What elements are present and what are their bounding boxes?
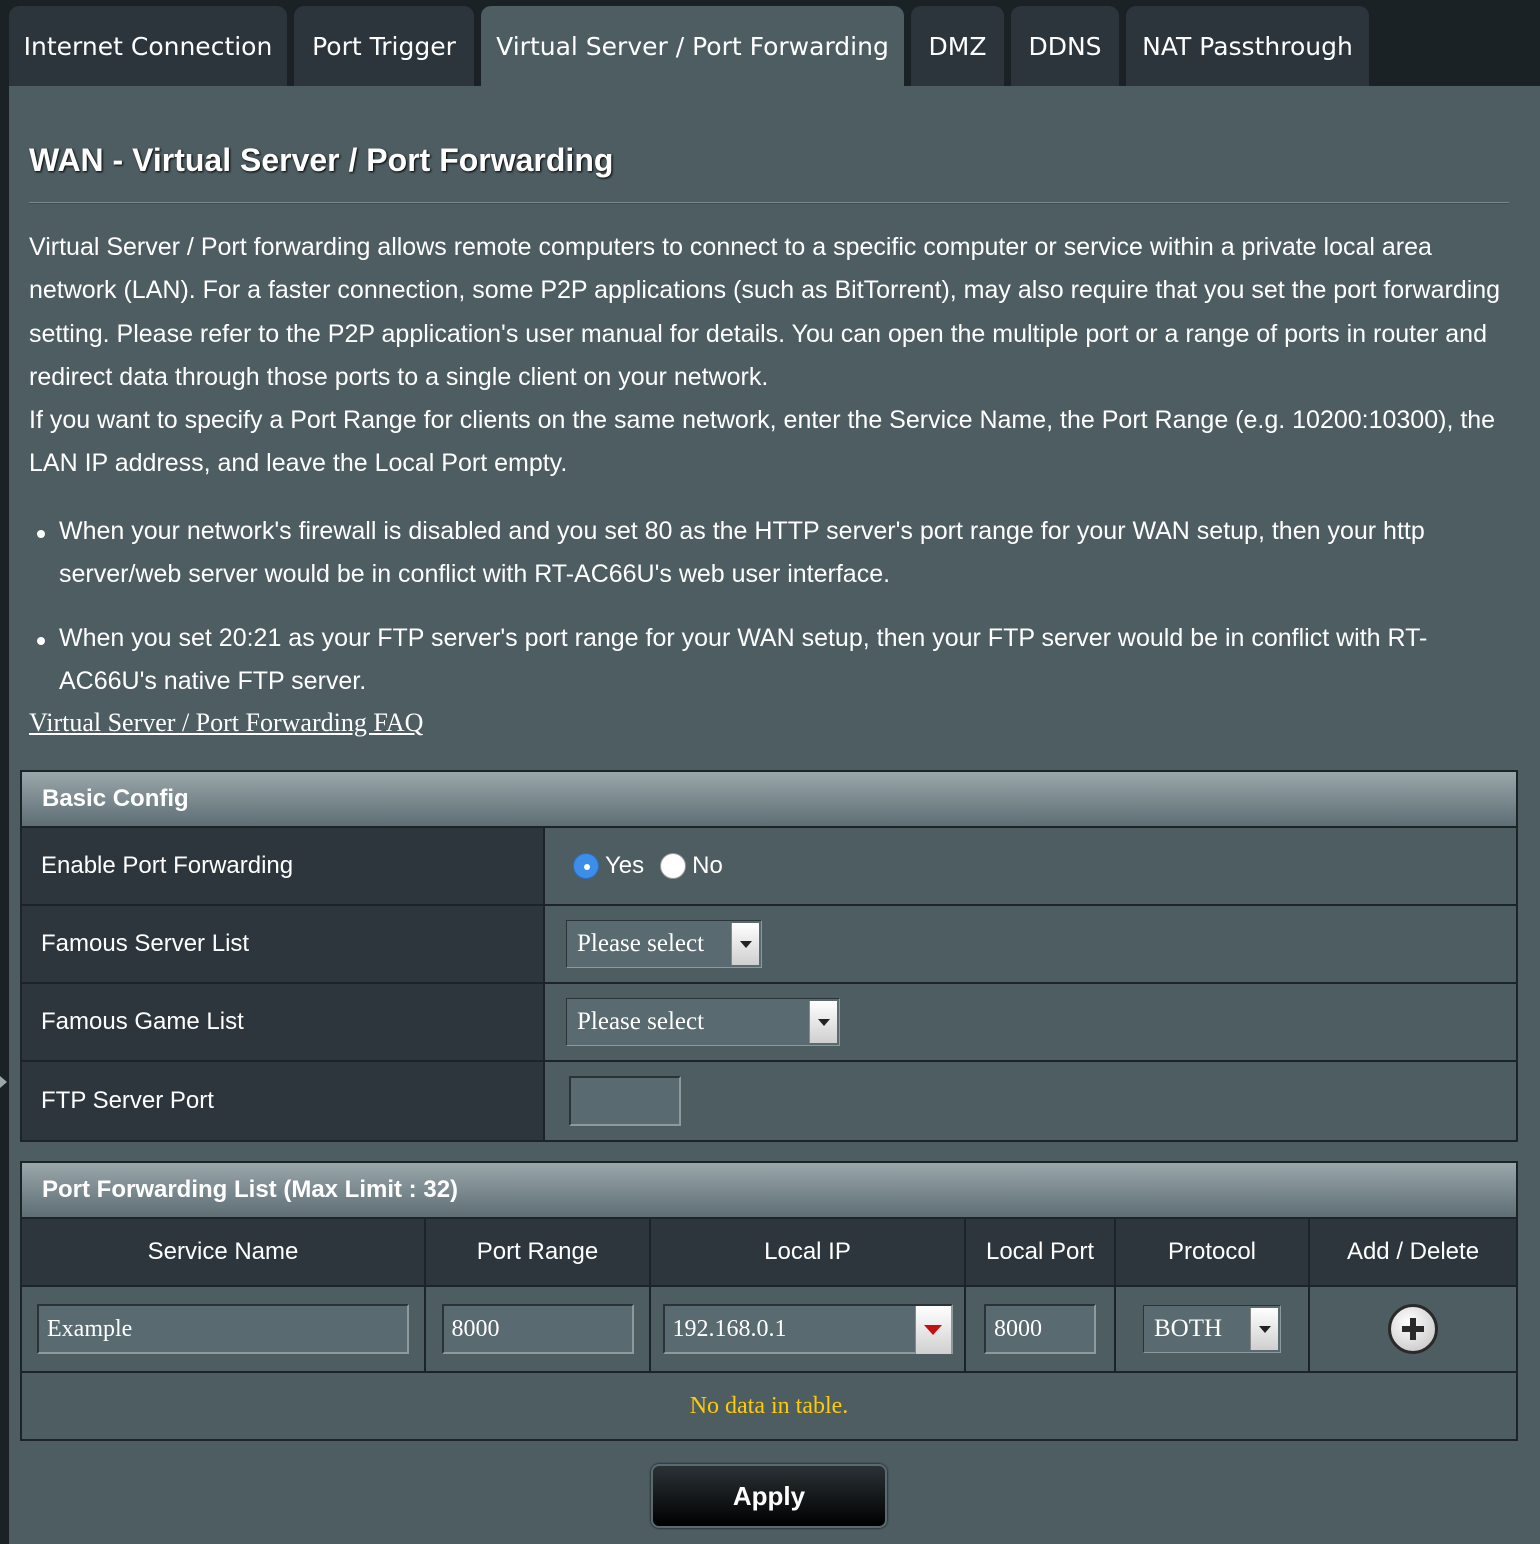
- tab-dmz[interactable]: DMZ: [911, 6, 1004, 86]
- tab-ddns[interactable]: DDNS: [1011, 6, 1119, 86]
- ftp-server-port-row: FTP Server Port: [22, 1062, 1516, 1140]
- column-protocol: Protocol: [1116, 1219, 1310, 1285]
- famous-server-label: Famous Server List: [22, 906, 545, 982]
- main-panel: WAN - Virtual Server / Port Forwarding V…: [9, 86, 1540, 1544]
- radio-yes[interactable]: [573, 853, 599, 879]
- service-name-cell: Example: [22, 1287, 426, 1371]
- radio-no[interactable]: [660, 853, 687, 879]
- local-ip-input[interactable]: 192.168.0.1: [662, 1304, 953, 1354]
- chevron-down-icon[interactable]: [731, 923, 759, 965]
- protocol-select[interactable]: BOTH: [1143, 1305, 1281, 1353]
- radio-yes-label[interactable]: Yes: [605, 852, 644, 880]
- new-entry-row: Example 8000 192.168.0.1 8000 BOTH: [22, 1287, 1516, 1373]
- service-name-input[interactable]: Example: [37, 1304, 409, 1354]
- radio-no-label[interactable]: No: [692, 852, 723, 880]
- port-forwarding-list-table: Port Forwarding List (Max Limit : 32) Se…: [20, 1161, 1518, 1441]
- chevron-down-icon[interactable]: [1250, 1308, 1278, 1350]
- chevron-down-icon[interactable]: [809, 1001, 837, 1043]
- famous-game-select[interactable]: Please select: [566, 998, 840, 1046]
- description-paragraph-1: Virtual Server / Port forwarding allows …: [29, 233, 1501, 391]
- enable-port-forwarding-label: Enable Port Forwarding: [22, 828, 545, 904]
- ftp-server-port-label: FTP Server Port: [22, 1062, 545, 1140]
- local-ip-cell: 192.168.0.1: [651, 1287, 966, 1371]
- apply-button[interactable]: Apply: [651, 1464, 887, 1528]
- plus-circle-icon[interactable]: [1388, 1304, 1438, 1354]
- local-ip-value: 192.168.0.1: [672, 1315, 787, 1342]
- note-item: When you set 20:21 as your FTP server's …: [29, 617, 1509, 703]
- famous-server-select[interactable]: Please select: [566, 920, 762, 968]
- tab-internet-connection[interactable]: Internet Connection: [9, 6, 287, 86]
- tab-bar: Internet Connection Port Trigger Virtual…: [0, 0, 1540, 86]
- protocol-cell: BOTH: [1116, 1287, 1310, 1371]
- ftp-server-port-cell: [545, 1062, 1516, 1140]
- basic-config-table: Basic Config Enable Port Forwarding Yes …: [20, 770, 1518, 1142]
- bullet-icon: [37, 530, 45, 538]
- ftp-server-port-input[interactable]: [569, 1076, 681, 1126]
- tab-nat-passthrough[interactable]: NAT Passthrough: [1126, 6, 1369, 86]
- column-local-ip: Local IP: [651, 1219, 966, 1285]
- local-port-cell: 8000: [966, 1287, 1116, 1371]
- enable-port-forwarding-row: Enable Port Forwarding Yes No: [22, 828, 1516, 906]
- note-text: When your network's firewall is disabled…: [59, 517, 1425, 588]
- window-edge-marker: [0, 1076, 7, 1088]
- column-local-port: Local Port: [966, 1219, 1116, 1285]
- description-paragraph-2: If you want to specify a Port Range for …: [29, 406, 1496, 478]
- note-item: When your network's firewall is disabled…: [29, 510, 1509, 596]
- description: Virtual Server / Port forwarding allows …: [29, 226, 1524, 486]
- enable-port-forwarding-options: Yes No: [545, 828, 1516, 904]
- famous-game-label: Famous Game List: [22, 984, 545, 1060]
- faq-link[interactable]: Virtual Server / Port Forwarding FAQ: [29, 708, 423, 738]
- page-title: WAN - Virtual Server / Port Forwarding: [29, 142, 614, 178]
- tab-port-trigger[interactable]: Port Trigger: [294, 6, 474, 86]
- column-service-name: Service Name: [22, 1219, 426, 1285]
- note-text: When you set 20:21 as your FTP server's …: [59, 624, 1428, 695]
- empty-table-message: No data in table.: [22, 1373, 1516, 1439]
- port-range-input[interactable]: 8000: [441, 1304, 634, 1354]
- famous-server-row: Famous Server List Please select: [22, 906, 1516, 984]
- title-divider: [29, 202, 1509, 204]
- famous-game-row: Famous Game List Please select: [22, 984, 1516, 1062]
- famous-server-select-value: Please select: [577, 930, 705, 957]
- add-delete-cell: [1310, 1287, 1516, 1371]
- famous-server-cell: Please select: [545, 906, 1516, 982]
- port-range-cell: 8000: [426, 1287, 651, 1371]
- tab-virtual-server[interactable]: Virtual Server / Port Forwarding: [481, 6, 904, 86]
- port-list-column-headers: Service Name Port Range Local IP Local P…: [22, 1219, 1516, 1287]
- chevron-down-icon[interactable]: [914, 1306, 951, 1354]
- famous-game-select-value: Please select: [577, 1008, 705, 1035]
- bullet-icon: [37, 637, 45, 645]
- protocol-select-value: BOTH: [1154, 1315, 1223, 1342]
- famous-game-cell: Please select: [545, 984, 1516, 1060]
- local-port-input[interactable]: 8000: [984, 1304, 1096, 1354]
- port-forwarding-list-header: Port Forwarding List (Max Limit : 32): [22, 1163, 1516, 1219]
- column-add-delete: Add / Delete: [1346, 1238, 1480, 1265]
- column-port-range: Port Range: [426, 1219, 651, 1285]
- basic-config-header: Basic Config: [22, 772, 1516, 828]
